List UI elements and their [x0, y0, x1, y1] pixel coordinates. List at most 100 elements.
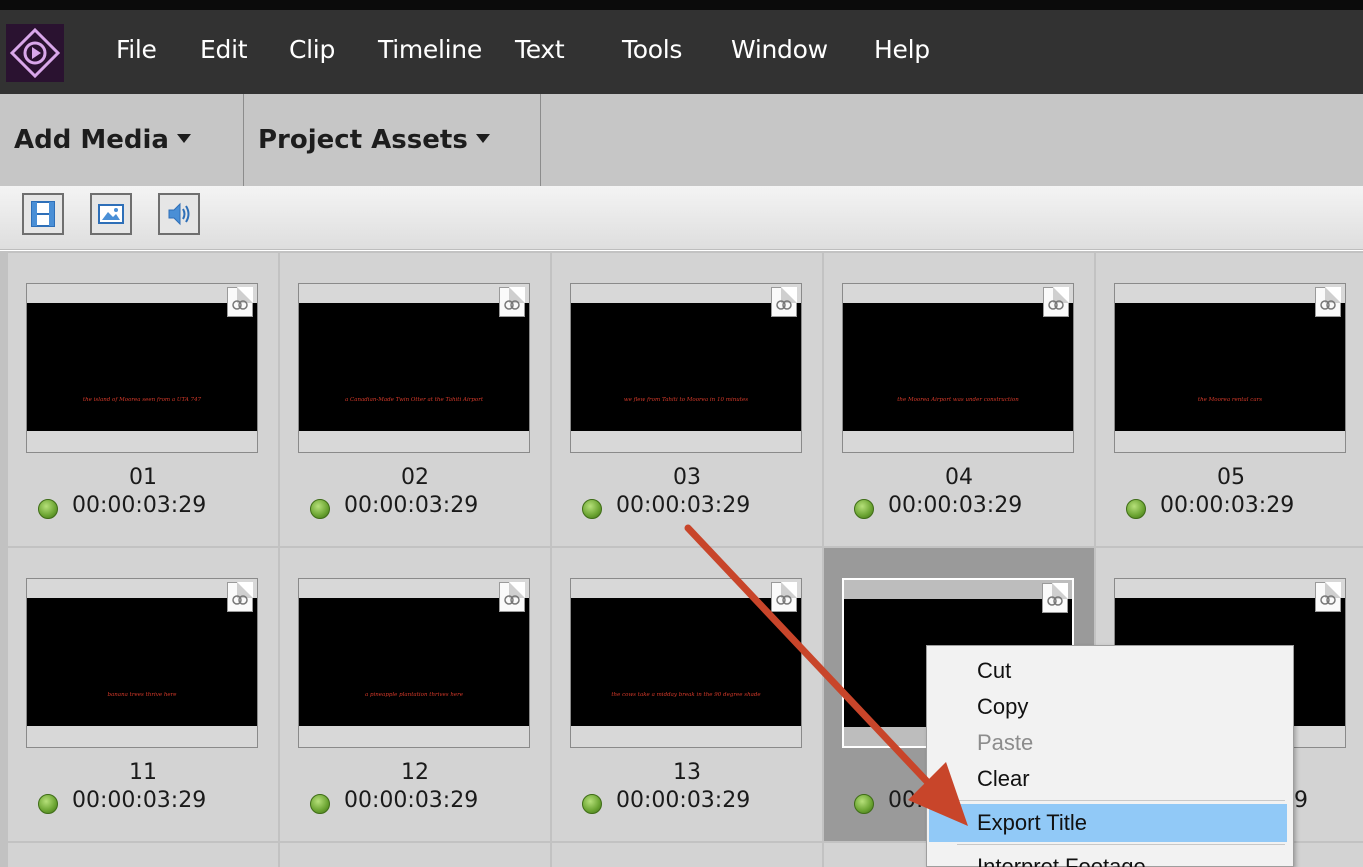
title-clip-icon: [1042, 583, 1068, 613]
clip-tile[interactable]: the cows take a midday break in the 90 d…: [552, 548, 822, 841]
clip-name: 12: [401, 760, 429, 785]
menu-window[interactable]: Window: [731, 30, 828, 70]
clip-tile[interactable]: [552, 843, 822, 867]
title-clip-icon: [771, 582, 797, 612]
status-dot-icon: [582, 794, 602, 814]
clip-thumbnail: we flew from Tahiti to Moorea in 10 minu…: [570, 283, 802, 453]
clip-caption: the cows take a midday break in the 90 d…: [611, 692, 761, 698]
clip-name: 11: [129, 760, 157, 785]
video-frame: [27, 303, 257, 431]
clip-thumbnail: the Moorea rental cars: [1114, 283, 1346, 453]
menu-edit[interactable]: Edit: [200, 30, 248, 70]
menu-separator: [957, 800, 1285, 801]
clip-name: 01: [129, 465, 157, 490]
clip-name: 02: [401, 465, 429, 490]
clip-thumbnail: a pineapple plantation thrives here: [298, 578, 530, 748]
menu-file[interactable]: File: [116, 30, 157, 70]
title-clip-icon: [1315, 287, 1341, 317]
status-dot-icon: [1126, 499, 1146, 519]
clip-duration: 00:00:03:29: [888, 493, 1023, 518]
clip-duration: 00:00:03:29: [72, 788, 207, 813]
title-clip-icon: [499, 287, 525, 317]
speaker-icon: [168, 202, 190, 226]
menu-clip[interactable]: Clip: [289, 30, 335, 70]
panel-tab-bar: Add Media Project Assets: [0, 94, 1363, 186]
clip-tile[interactable]: the Moorea Airport was under constructio…: [824, 253, 1094, 546]
menu-text[interactable]: Text: [515, 30, 565, 70]
filter-image-button[interactable]: [90, 193, 132, 235]
title-clip-icon: [1043, 287, 1069, 317]
clip-caption: a pineapple plantation thrives here: [364, 692, 464, 698]
menu-help[interactable]: Help: [874, 30, 930, 70]
menu-timeline[interactable]: Timeline: [378, 30, 482, 70]
status-dot-icon: [38, 499, 58, 519]
clip-tile[interactable]: a pineapple plantation thrives here 12 0…: [280, 548, 550, 841]
status-dot-icon: [854, 794, 874, 814]
project-assets-tab[interactable]: Project Assets: [244, 94, 541, 186]
context-menu-paste[interactable]: Paste: [929, 724, 1287, 762]
clip-caption: banana trees thrive here: [107, 692, 177, 698]
clip-thumbnail: a Canadian-Made Twin Otter at the Tahiti…: [298, 283, 530, 453]
clip-duration: 00:00:03:29: [616, 788, 751, 813]
title-clip-icon: [1315, 582, 1341, 612]
menu-tools[interactable]: Tools: [622, 30, 682, 70]
project-assets-label: Project Assets: [258, 125, 468, 155]
menu-separator: [957, 844, 1285, 845]
add-media-tab[interactable]: Add Media: [0, 94, 244, 186]
clip-caption: a Canadian-Made Twin Otter at the Tahiti…: [344, 397, 484, 403]
context-menu-cut[interactable]: Cut: [929, 652, 1287, 690]
context-menu-copy[interactable]: Copy: [929, 688, 1287, 726]
title-clip-icon: [227, 287, 253, 317]
window-top-strip: [0, 0, 1363, 10]
clip-tile[interactable]: the Moorea rental cars 05 00:00:03:29: [1096, 253, 1363, 546]
video-frame: [27, 598, 257, 726]
title-clip-icon: [771, 287, 797, 317]
image-icon: [98, 204, 124, 224]
clip-tile[interactable]: a Canadian-Made Twin Otter at the Tahiti…: [280, 253, 550, 546]
clip-thumbnail: the Moorea Airport was under constructio…: [842, 283, 1074, 453]
clip-duration: 00:00:03:29: [616, 493, 751, 518]
context-menu-interpret-footage[interactable]: Interpret Footage: [929, 848, 1287, 867]
clip-duration: 00:: [888, 788, 924, 813]
status-dot-icon: [38, 794, 58, 814]
status-dot-icon: [854, 499, 874, 519]
clip-name: 04: [945, 465, 973, 490]
video-frame: [299, 598, 529, 726]
clip-tile[interactable]: the island of Moorea seen from a UTA 747…: [8, 253, 278, 546]
clip-caption: the Moorea Airport was under constructio…: [897, 397, 1019, 403]
video-frame: [299, 303, 529, 431]
clip-name: 05: [1217, 465, 1245, 490]
clip-thumbnail: the island of Moorea seen from a UTA 747: [26, 283, 258, 453]
clip-tile[interactable]: we flew from Tahiti to Moorea in 10 minu…: [552, 253, 822, 546]
title-clip-icon: [227, 582, 253, 612]
status-dot-icon: [310, 499, 330, 519]
clip-tile[interactable]: [8, 843, 278, 867]
clip-duration: 00:00:03:29: [344, 788, 479, 813]
clip-duration: 00:00:03:29: [72, 493, 207, 518]
asset-filter-toolbar: [0, 186, 1363, 250]
clip-duration: 9: [1294, 788, 1308, 813]
video-frame: [571, 598, 801, 726]
clip-tile[interactable]: [280, 843, 550, 867]
filter-video-button[interactable]: [22, 193, 64, 235]
filter-audio-button[interactable]: [158, 193, 200, 235]
context-menu-export-title[interactable]: Export Title: [929, 804, 1287, 842]
clip-caption: we flew from Tahiti to Moorea in 10 minu…: [623, 397, 749, 403]
premiere-elements-logo-icon[interactable]: [6, 24, 64, 82]
clip-thumbnail: the cows take a midday break in the 90 d…: [570, 578, 802, 748]
chevron-down-icon: [475, 134, 490, 143]
chevron-down-icon: [176, 134, 191, 143]
video-frame: [1115, 303, 1345, 431]
video-frame: [571, 303, 801, 431]
context-menu-clear[interactable]: Clear: [929, 760, 1287, 798]
clip-duration: 00:00:03:29: [1160, 493, 1295, 518]
clip-duration: 00:00:03:29: [344, 493, 479, 518]
title-clip-icon: [499, 582, 525, 612]
clip-thumbnail: banana trees thrive here: [26, 578, 258, 748]
video-frame: [843, 303, 1073, 431]
menu-bar: File Edit Clip Timeline Text Tools Windo…: [0, 10, 1363, 94]
status-dot-icon: [582, 499, 602, 519]
context-menu: Cut Copy Paste Clear Export Title Interp…: [926, 645, 1294, 867]
add-media-label: Add Media: [14, 125, 169, 155]
clip-tile[interactable]: banana trees thrive here 11 00:00:03:29: [8, 548, 278, 841]
